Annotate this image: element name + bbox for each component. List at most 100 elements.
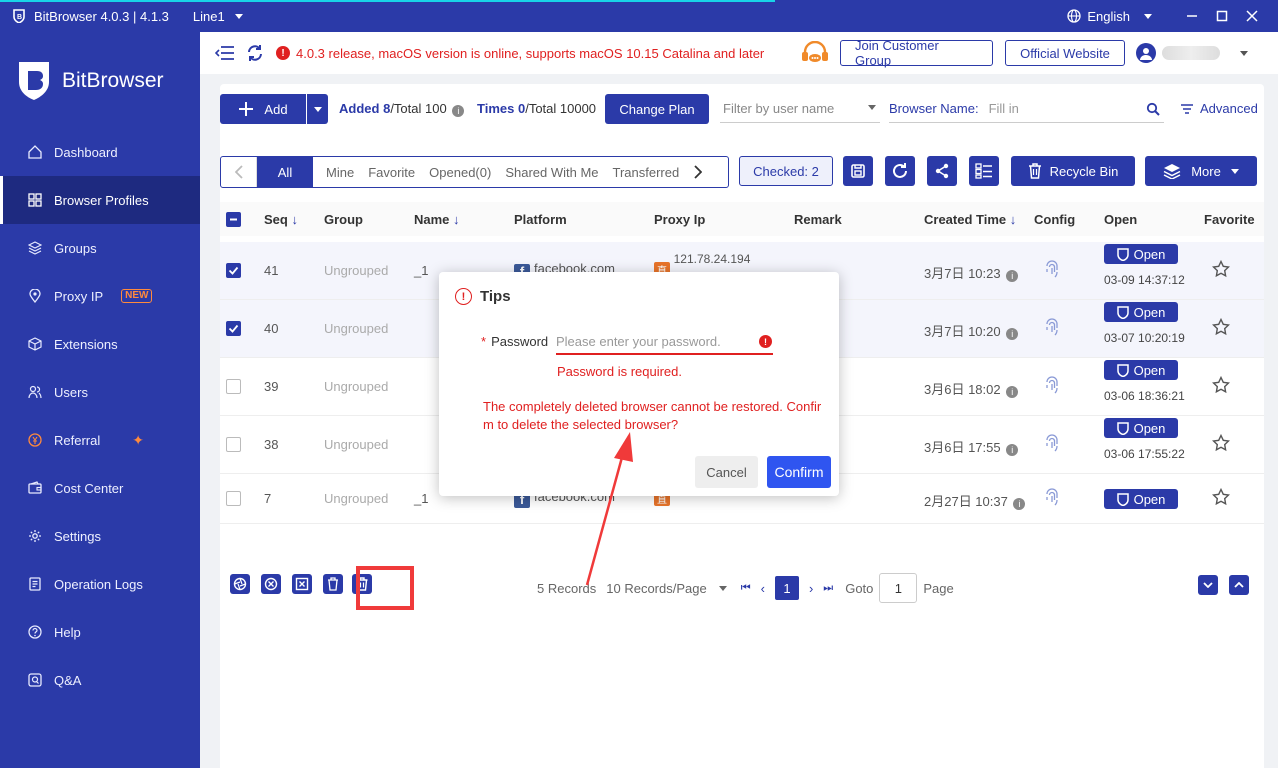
sidebar-item-groups[interactable]: Groups (0, 224, 200, 272)
scroll-down-button[interactable] (1198, 575, 1218, 595)
col-name[interactable]: Name ↓ (414, 212, 460, 227)
sidebar-item-cost-center[interactable]: Cost Center (0, 464, 200, 512)
batch-open-button[interactable] (230, 574, 250, 594)
sidebar-item-label: Proxy IP (54, 288, 104, 304)
favorite-star-icon[interactable] (1211, 433, 1231, 455)
page-size-select[interactable]: 10 Records/Page (606, 581, 727, 596)
password-input[interactable] (556, 329, 773, 355)
tab-mine[interactable]: Mine (319, 157, 361, 187)
open-browser-button[interactable]: Open (1104, 360, 1178, 380)
tab-opened[interactable]: Opened(0) (422, 157, 498, 187)
info-icon[interactable]: i (452, 105, 465, 117)
refresh-list-button[interactable] (885, 156, 915, 186)
fingerprint-icon[interactable] (1044, 488, 1060, 509)
sidebar-item-operation-logs[interactable]: Operation Logs (0, 560, 200, 608)
fingerprint-icon[interactable] (1044, 260, 1060, 281)
open-browser-button[interactable]: Open (1104, 418, 1178, 438)
add-dropdown-button[interactable] (307, 94, 328, 124)
open-browser-button[interactable]: Open (1104, 489, 1178, 509)
search-icon[interactable] (1146, 102, 1160, 116)
collapse-menu-button[interactable] (214, 42, 236, 64)
info-icon[interactable]: i (1006, 270, 1019, 282)
official-website-button[interactable]: Official Website (1005, 40, 1125, 66)
sidebar-item-users[interactable]: Users (0, 368, 200, 416)
close-window-button[interactable] (1244, 8, 1260, 24)
scroll-up-button[interactable] (1229, 575, 1249, 595)
save-config-button[interactable] (843, 156, 873, 186)
error-icon: ! (759, 335, 772, 348)
language-selector[interactable]: English (1067, 9, 1152, 24)
row-checkbox[interactable] (226, 379, 241, 394)
open-browser-button[interactable]: Open (1104, 244, 1178, 264)
fingerprint-icon[interactable] (1044, 318, 1060, 339)
minimize-button[interactable] (1184, 8, 1200, 24)
release-notice[interactable]: 4.0.3 release, macOS version is online, … (296, 46, 764, 61)
move-to-recycle-button[interactable] (323, 574, 343, 594)
page-current[interactable]: 1 (774, 576, 799, 600)
plus-icon (239, 102, 254, 116)
sidebar-item-dashboard[interactable]: Dashboard (0, 128, 200, 176)
change-plan-button[interactable]: Change Plan (605, 94, 709, 124)
sidebar-item-proxy-ip[interactable]: Proxy IP NEW (0, 272, 200, 320)
tab-shared-with-me[interactable]: Shared With Me (498, 157, 605, 187)
chevron-down-icon[interactable] (1240, 51, 1248, 56)
username-redacted (1162, 46, 1220, 60)
info-icon[interactable]: i (1006, 328, 1019, 340)
delete-warning-message: The completely deleted browser cannot be… (483, 399, 822, 432)
row-checkbox[interactable] (226, 263, 241, 278)
favorite-star-icon[interactable] (1211, 317, 1231, 339)
tab-all[interactable]: All (257, 157, 313, 187)
prev-page-icon[interactable]: ‹ (761, 581, 765, 596)
tabs-scroll-right[interactable] (686, 157, 710, 187)
info-icon[interactable]: i (1013, 498, 1026, 510)
row-checkbox[interactable] (226, 437, 241, 452)
col-created-time[interactable]: Created Time ↓ (924, 212, 1016, 227)
avatar[interactable] (1136, 43, 1156, 63)
add-button[interactable]: Add (220, 94, 306, 124)
goto-page-input[interactable]: 1 (879, 573, 918, 603)
info-icon[interactable]: i (1006, 444, 1019, 456)
support-headset-icon[interactable] (800, 40, 830, 68)
tab-favorite[interactable]: Favorite (361, 157, 422, 187)
shield-icon (1116, 305, 1129, 319)
cancel-button[interactable]: Cancel (695, 456, 758, 488)
confirm-button[interactable]: Confirm (767, 456, 831, 488)
share-button[interactable] (927, 156, 957, 186)
favorite-star-icon[interactable] (1211, 487, 1231, 509)
sidebar-item-qa[interactable]: Q&A (0, 656, 200, 704)
checked-count-button[interactable]: Checked: 2 (739, 156, 833, 186)
open-browser-button[interactable]: Open (1104, 302, 1178, 322)
recycle-bin-button[interactable]: Recycle Bin (1011, 156, 1135, 186)
first-page-icon[interactable]: ⏮ (741, 582, 751, 595)
batch-clear-button[interactable] (292, 574, 312, 594)
browser-name-search[interactable]: Browser Name: Fill in (889, 95, 1164, 123)
fingerprint-icon[interactable] (1044, 434, 1060, 455)
tab-transferred[interactable]: Transferred (606, 157, 687, 187)
favorite-star-icon[interactable] (1211, 375, 1231, 397)
list-view-button[interactable] (969, 156, 999, 186)
filter-by-user-select[interactable]: Filter by user name (720, 95, 880, 123)
more-button[interactable]: More (1145, 156, 1257, 186)
row-checkbox[interactable] (226, 321, 241, 336)
sidebar-item-help[interactable]: Help (0, 608, 200, 656)
col-seq[interactable]: Seq ↓ (264, 212, 298, 227)
sidebar-item-browser-profiles[interactable]: Browser Profiles (0, 176, 200, 224)
sidebar-item-referral[interactable]: Referral ✦ (0, 416, 200, 464)
last-page-icon[interactable]: ⏭ (823, 582, 833, 595)
sidebar-item-settings[interactable]: Settings (0, 512, 200, 560)
line-selector[interactable]: Line1 (193, 9, 243, 24)
tabs-scroll-left[interactable] (221, 157, 257, 187)
info-icon[interactable]: i (1006, 386, 1019, 398)
next-page-icon[interactable]: › (809, 581, 813, 596)
favorite-star-icon[interactable] (1211, 259, 1231, 281)
join-customer-group-button[interactable]: Join Customer Group (840, 38, 993, 68)
fingerprint-icon[interactable] (1044, 376, 1060, 397)
select-all-checkbox[interactable] (226, 212, 241, 227)
advanced-filter-button[interactable]: Advanced (1180, 101, 1258, 116)
sidebar-item-label: Q&A (54, 672, 82, 688)
refresh-button[interactable] (244, 42, 266, 64)
batch-close-button[interactable] (261, 574, 281, 594)
maximize-button[interactable] (1214, 8, 1230, 24)
sidebar-item-extensions[interactable]: Extensions (0, 320, 200, 368)
row-checkbox[interactable] (226, 491, 241, 506)
